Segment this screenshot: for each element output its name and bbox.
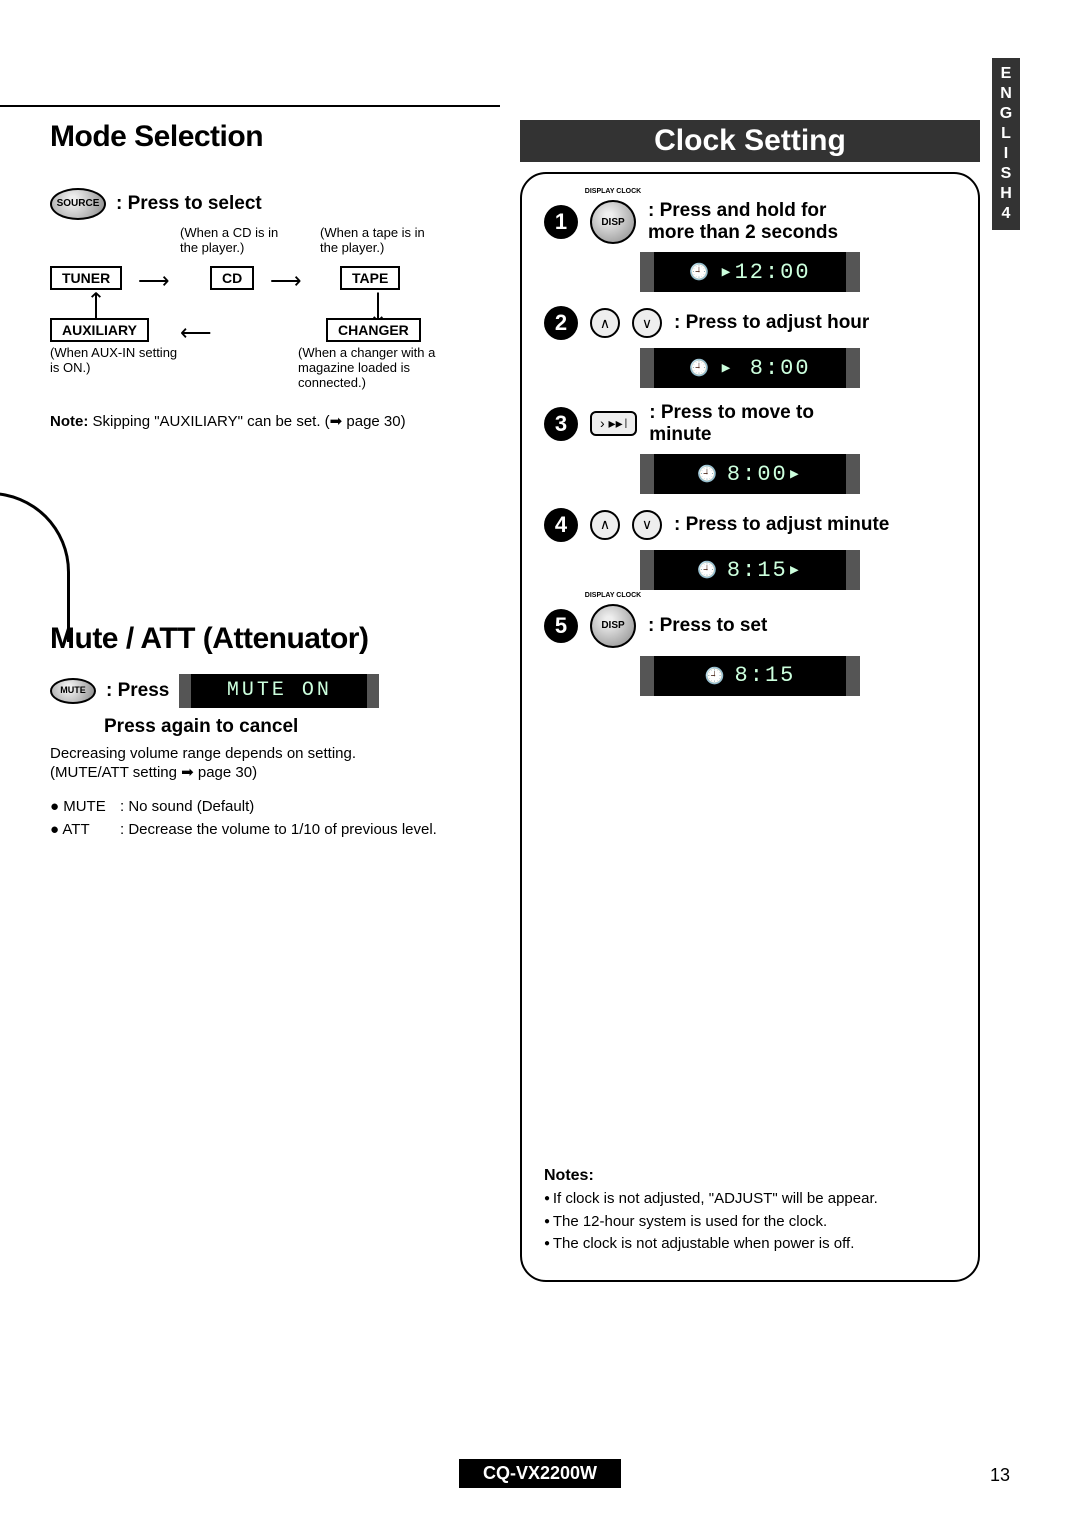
source-instruction: : Press to select [116,193,262,215]
page-number: 13 [990,1465,1010,1486]
clock-note-1: If clock is not adjusted, "ADJUST" will … [544,1189,956,1209]
step-4-badge: 4 [544,508,578,542]
arrow-icon: ⟵ [180,320,212,346]
step-1-badge: 1 [544,205,578,239]
tuner-box: TUNER [50,266,122,290]
step-2-badge: 2 [544,306,578,340]
cd-box: CD [210,266,254,290]
lcd-display-2: 🕘▸ 8:00 [640,348,860,388]
display-clock-label: DISPLAY CLOCK [585,592,641,599]
tape-note: (When a tape is in the player.) [320,226,440,256]
model-badge: CQ-VX2200W [459,1459,621,1488]
mode-selection-title: Mode Selection [50,120,263,154]
clock-notes-list: If clock is not adjusted, "ADJUST" will … [544,1189,956,1254]
disp-button[interactable]: DISP [590,604,636,648]
att-definition: ● ATT: Decrease the volume to 1/10 of pr… [50,820,490,840]
up-button[interactable]: ∧ [590,308,620,338]
down-button[interactable]: ∨ [632,510,662,540]
mute-title: Mute / ATT (Attenuator) [50,622,490,656]
mute-button[interactable]: MUTE [50,678,96,704]
forward-button[interactable]: › ▸▸| [590,411,637,436]
clock-note-2: The 12-hour system is used for the clock… [544,1212,956,1232]
top-rule [0,105,500,107]
language-tab: E N G L I S H 4 [992,58,1020,230]
up-button[interactable]: ∧ [590,510,620,540]
clock-panel: 1 DISPLAY CLOCK DISP : Press and hold fo… [520,172,980,1282]
down-button[interactable]: ∨ [632,308,662,338]
skip-aux-note: Note: Skipping "AUXILIARY" can be set. (… [50,412,490,432]
display-clock-label: DISPLAY CLOCK [585,188,641,195]
step-4-text: : Press to adjust minute [674,514,889,536]
source-button[interactable]: SOURCE [50,188,106,220]
mute-lcd: MUTE ON [179,674,379,708]
lcd-display-1: 🕘▸12:00 [640,252,860,292]
arrow-icon: ⟶ [138,268,170,294]
auxiliary-box: AUXILIARY [50,318,149,342]
lcd-display-5: 🕘 8:15 [640,656,860,696]
changer-note: (When a changer with a magazine loaded i… [298,346,468,391]
clock-note-3: The clock is not adjustable when power i… [544,1234,956,1254]
step-3-text: : Press to move to minute [649,402,849,446]
lcd-display-3: 🕘 8:00▸ [640,454,860,494]
step-2-text: : Press to adjust hour [674,312,869,334]
notes-title: Notes: [544,1167,956,1185]
aux-note: (When AUX-IN setting is ON.) [50,346,190,376]
step-1-text: : Press and hold for more than 2 seconds [648,200,878,244]
clock-setting-title: Clock Setting [520,120,980,162]
decorative-curve [0,492,70,642]
changer-box: CHANGER [326,318,421,342]
arrow-icon: ⟶ [270,268,302,294]
cd-note: (When a CD is in the player.) [180,226,290,256]
tape-box: TAPE [340,266,400,290]
disp-button[interactable]: DISP [590,200,636,244]
mode-flow-diagram: (When a CD is in the player.) (When a ta… [50,232,490,352]
press-again-text: Press again to cancel [104,716,490,738]
mute-press: : Press [106,680,169,702]
step-5-badge: 5 [544,609,578,643]
lcd-display-4: 🕘 8:15▸ [640,550,860,590]
mute-definition: ● MUTE: No sound (Default) [50,797,490,817]
mute-desc1: Decreasing volume range depends on setti… [50,745,490,764]
mute-desc2: (MUTE/ATT setting ➡ page 30) [50,764,490,783]
step-5-text: : Press to set [648,615,767,637]
step-3-badge: 3 [544,407,578,441]
